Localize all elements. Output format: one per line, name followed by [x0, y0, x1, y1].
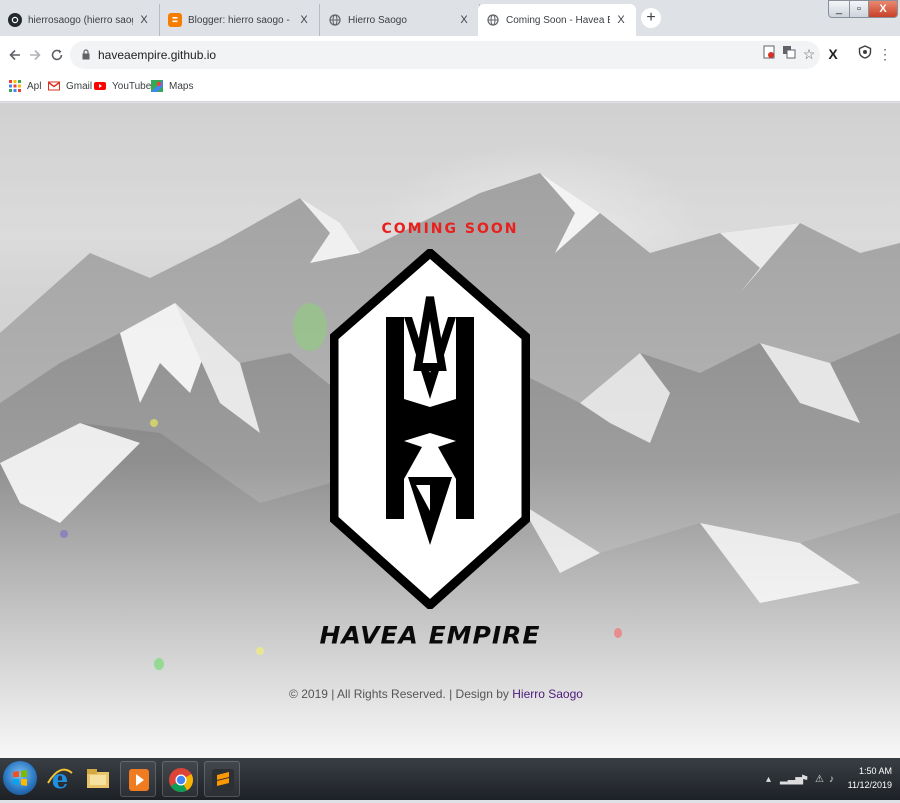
clock-date: 11/12/2019: [847, 780, 892, 790]
youtube-icon: [94, 82, 106, 90]
arrow-right-icon: [30, 49, 41, 61]
window-close-button[interactable]: X: [868, 0, 898, 18]
close-icon[interactable]: X: [137, 14, 151, 26]
reload-icon: [51, 49, 63, 61]
copyright-text: © 2019 | All Rights Reserved. | Design b…: [289, 687, 513, 701]
apps-grid-icon: [9, 80, 21, 92]
tab-blogger[interactable]: Blogger: hierro saogo - Semua p X: [160, 4, 320, 36]
tab-title: Coming Soon - Havea Empire Of: [506, 14, 610, 26]
page-viewport: COMING SOON HAVEA EMPIRE © 2019 | All Ri…: [0, 103, 900, 758]
tab-title: hierrosaogo (hierro saogo): [28, 14, 133, 26]
address-bar[interactable]: haveaempire.github.io: [70, 41, 820, 69]
bookmark-label: Apl: [27, 80, 42, 92]
blogger-icon: [168, 13, 182, 27]
menu-dots-icon[interactable]: ⋮: [876, 45, 894, 63]
media-player-icon[interactable]: [120, 761, 156, 797]
forward-button[interactable]: [24, 44, 46, 66]
decorative-bubble: [154, 658, 164, 670]
maximize-button[interactable]: ▫: [849, 0, 869, 18]
reload-button[interactable]: [46, 44, 68, 66]
action-center-icon[interactable]: ⚑: [800, 774, 809, 785]
internet-explorer-icon[interactable]: e: [42, 761, 78, 797]
bookmark-gmail[interactable]: Gmail: [48, 80, 92, 92]
browser-toolbar: haveaempire.github.io ☆ X ⋮: [0, 36, 900, 74]
close-icon[interactable]: X: [614, 14, 628, 26]
designer-link[interactable]: Hierro Saogo: [512, 687, 583, 701]
close-icon[interactable]: X: [297, 14, 311, 26]
bookmark-maps[interactable]: Maps: [151, 80, 193, 92]
notification-icon[interactable]: ⚠: [815, 774, 824, 785]
havea-empire-logo: [330, 249, 530, 609]
coming-soon-heading: COMING SOON: [381, 221, 519, 237]
bookmark-star-icon[interactable]: ☆: [800, 45, 818, 63]
pdf-extension-icon[interactable]: [760, 45, 778, 63]
minimize-button[interactable]: _: [828, 0, 850, 18]
volume-icon[interactable]: ♪: [829, 774, 834, 785]
sublime-text-icon[interactable]: [204, 761, 240, 797]
translate-icon[interactable]: [780, 45, 798, 63]
windows-logo-icon: [13, 770, 27, 786]
arrow-left-icon: [9, 49, 20, 61]
back-button[interactable]: [4, 44, 26, 66]
globe-icon: [486, 13, 500, 27]
bookmark-youtube[interactable]: YouTube: [94, 80, 151, 92]
new-tab-button[interactable]: +: [641, 8, 661, 28]
chrome-icon[interactable]: [162, 761, 198, 797]
bookmark-apps[interactable]: Apl: [9, 80, 41, 92]
tab-title: Hierro Saogo: [348, 14, 407, 26]
file-explorer-icon[interactable]: [80, 761, 116, 797]
url-text: haveaempire.github.io: [98, 48, 217, 62]
lock-icon: [82, 49, 90, 60]
clock-time: 1:50 AM: [858, 766, 892, 776]
x-extension-icon[interactable]: X: [824, 45, 842, 63]
github-icon: [8, 13, 22, 27]
tab-strip: hierrosaogo (hierro saogo) X Blogger: hi…: [0, 0, 900, 36]
tray-expand-icon[interactable]: ▴: [766, 774, 771, 785]
tab-title: Blogger: hierro saogo - Semua p: [188, 14, 293, 26]
windows-taskbar: e ▴ ▂▃▅ ⚑ ⚠ ♪ 1:50 AM 11/12/2019: [0, 758, 900, 800]
maps-icon: [151, 80, 163, 92]
bookmark-label: Maps: [169, 80, 194, 92]
gmail-icon: [48, 81, 60, 91]
brand-name: HAVEA EMPIRE: [319, 621, 541, 650]
bookmark-label: YouTube: [112, 80, 152, 92]
shield-extension-icon[interactable]: [856, 45, 874, 63]
decorative-bubble: [150, 419, 158, 427]
tray-clock[interactable]: 1:50 AM 11/12/2019: [848, 764, 892, 792]
tab-coming-soon[interactable]: Coming Soon - Havea Empire Of X: [478, 4, 636, 36]
footer: © 2019 | All Rights Reserved. | Design b…: [0, 687, 872, 701]
bookmarks-bar: Apl Gmail YouTube Maps: [0, 74, 900, 102]
bookmark-label: Gmail: [66, 80, 93, 92]
globe-icon: [328, 13, 342, 27]
tab-github[interactable]: hierrosaogo (hierro saogo) X: [0, 4, 160, 36]
start-button[interactable]: [3, 761, 37, 795]
decorative-bubble: [293, 303, 327, 351]
close-icon[interactable]: X: [457, 14, 471, 26]
decorative-bubble: [60, 530, 68, 538]
tab-hierro-saogo[interactable]: Hierro Saogo X: [320, 4, 480, 36]
